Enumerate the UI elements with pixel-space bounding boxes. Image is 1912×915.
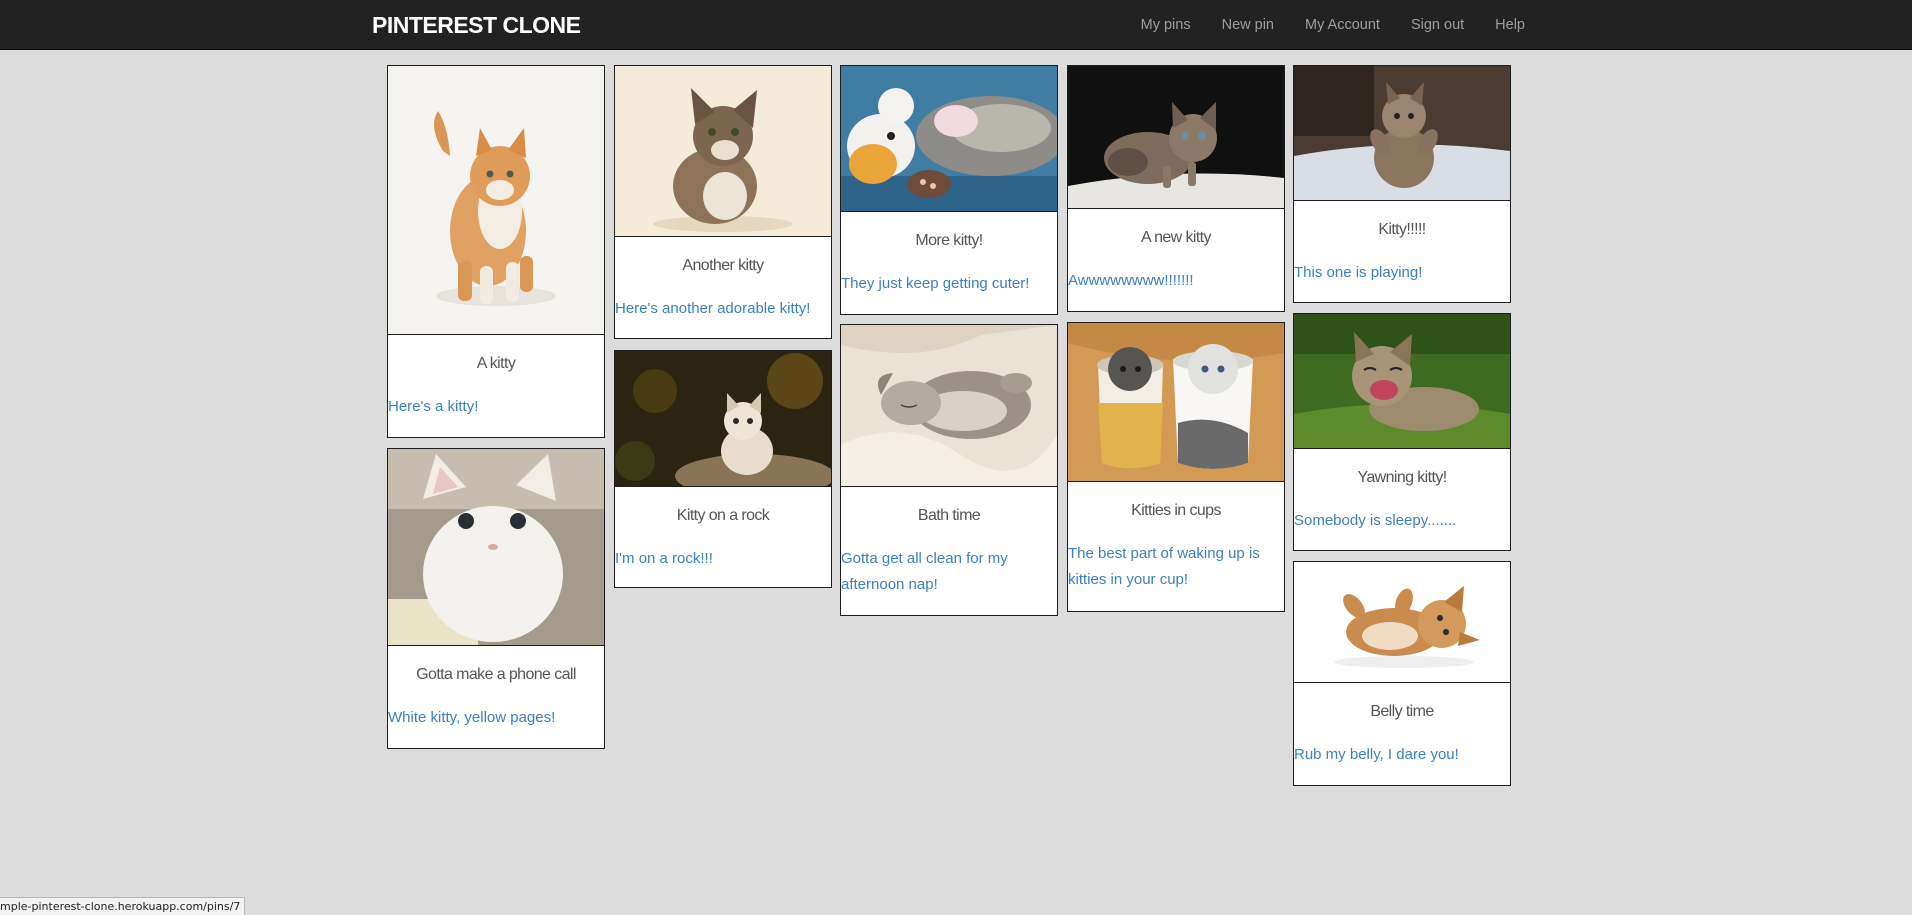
pin-image[interactable]: [1068, 323, 1284, 482]
pin-card[interactable]: Gotta make a phone call White kitty, yel…: [387, 448, 605, 749]
pin-title: Kitty!!!!!: [1378, 221, 1426, 238]
pin-title: Bath time: [917, 507, 981, 524]
pin-title: Belly time: [1370, 703, 1434, 720]
pin-description: Awwwwwwww!!!!!!!: [1068, 272, 1194, 289]
pin-image[interactable]: [841, 325, 1057, 487]
nav-link-new-pin[interactable]: New pin: [1222, 17, 1274, 33]
pin-image[interactable]: [1068, 66, 1284, 209]
pin-image[interactable]: [841, 66, 1057, 212]
pin-description: The best part of waking up is kitties in…: [1068, 545, 1260, 588]
status-bar-url: mple-pinterest-clone.herokuapp.com/pins/…: [0, 897, 246, 915]
pin-title: A new kitty: [1141, 229, 1211, 246]
pin-description: They just keep getting cuter!: [841, 275, 1030, 292]
pin-title: Kitties in cups: [1131, 502, 1221, 519]
pin-title: A kitty: [476, 355, 516, 372]
pin-description: This one is playing!: [1294, 264, 1423, 281]
pin-title: Kitty on a rock: [676, 507, 770, 524]
pin-image[interactable]: [615, 351, 831, 487]
pin-title: More kitty!: [915, 232, 983, 249]
pin-image[interactable]: [388, 66, 604, 335]
pin-description: I'm on a rock!!!: [615, 550, 713, 567]
pin-card[interactable]: Kitty!!!!! This one is playing!: [1293, 65, 1511, 303]
pin-title: Gotta make a phone call: [416, 666, 576, 683]
pin-card[interactable]: Bath time Gotta get all clean for my aft…: [840, 324, 1058, 616]
pin-card[interactable]: A kitty Here's a kitty!: [387, 65, 605, 438]
pin-card[interactable]: Kitty on a rock I'm on a rock!!!: [614, 350, 832, 588]
pin-image[interactable]: [1294, 314, 1510, 449]
pin-card[interactable]: Kitties in cups The best part of waking …: [1067, 322, 1285, 612]
pin-description: White kitty, yellow pages!: [388, 709, 556, 726]
pin-card[interactable]: A new kitty Awwwwwwww!!!!!!!: [1067, 65, 1285, 312]
pin-title: Yawning kitty!: [1357, 469, 1447, 486]
pin-description: Rub my belly, I dare you!: [1294, 746, 1459, 763]
pin-card[interactable]: Another kitty Here's another adorable ki…: [614, 65, 832, 339]
nav-links: My pins New pin My Account Sign out Help: [1110, 0, 1525, 50]
pin-image[interactable]: [388, 449, 604, 646]
pin-card[interactable]: Yawning kitty! Somebody is sleepy.......: [1293, 313, 1511, 551]
pin-image[interactable]: [615, 66, 831, 237]
brand-logo[interactable]: PINTEREST CLONE: [372, 12, 581, 39]
pin-description: Somebody is sleepy.......: [1294, 512, 1457, 529]
pin-image[interactable]: [1294, 562, 1510, 683]
pin-title: Another kitty: [682, 257, 764, 274]
pin-image[interactable]: [1294, 66, 1510, 201]
pin-description: Gotta get all clean for my afternoon nap…: [841, 550, 1008, 593]
pin-description: Here's another adorable kitty!: [615, 300, 811, 317]
pin-card[interactable]: Belly time Rub my belly, I dare you!: [1293, 561, 1511, 786]
nav-link-my-pins[interactable]: My pins: [1141, 17, 1191, 33]
navbar: PINTEREST CLONE My pins New pin My Accou…: [0, 0, 1912, 50]
nav-link-my-account[interactable]: My Account: [1305, 17, 1380, 33]
nav-link-sign-out[interactable]: Sign out: [1411, 17, 1464, 33]
nav-link-help[interactable]: Help: [1495, 17, 1525, 33]
pin-description: Here's a kitty!: [388, 398, 479, 415]
pin-card[interactable]: More kitty! They just keep getting cuter…: [840, 65, 1058, 315]
